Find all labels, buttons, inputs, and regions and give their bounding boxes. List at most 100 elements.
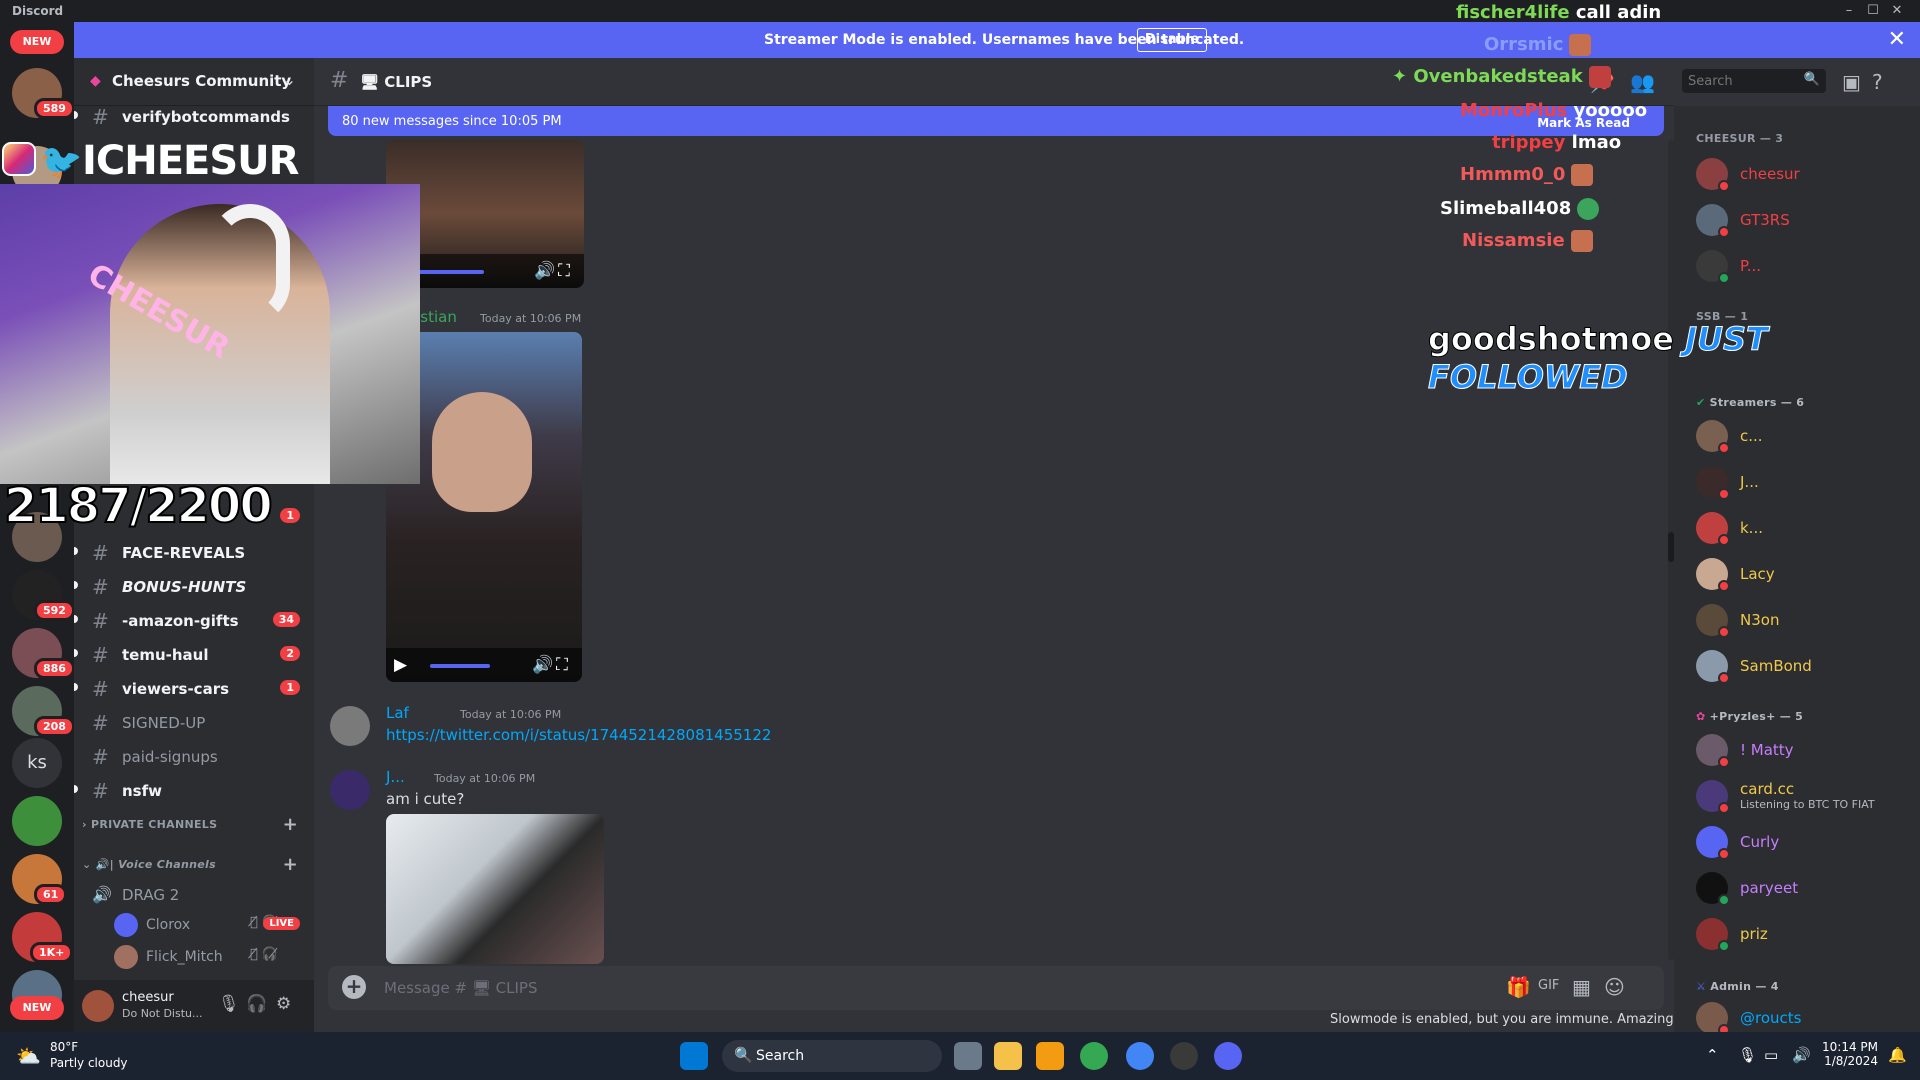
chevron-down-icon[interactable]: ⌄ (283, 70, 296, 89)
server-name: Cheesurs Community (112, 72, 292, 90)
unread-indicator (74, 785, 78, 793)
notification-bell-icon[interactable]: 🔔 (1888, 1046, 1907, 1064)
member-item[interactable]: N3on (1696, 600, 1916, 640)
gift-icon[interactable]: 🎁 (1506, 975, 1531, 999)
channel-signed-up[interactable]: # SIGNED-UP (82, 706, 306, 738)
member-item[interactable]: P... (1696, 246, 1916, 286)
category-voice-channels[interactable]: ⌄ 🔊| Voice Channels + (82, 854, 306, 878)
close-banner-icon[interactable]: ✕ (1888, 27, 1906, 52)
server-icon[interactable] (12, 796, 62, 846)
member-item[interactable]: SamBond (1696, 646, 1916, 686)
discord-icon[interactable] (1214, 1042, 1242, 1070)
network-icon[interactable]: ▭ (1764, 1046, 1778, 1064)
voice-user-clorox[interactable]: Clorox 🎙̸ 🎧̸ LIVE (114, 910, 304, 938)
avatar[interactable] (330, 770, 370, 810)
video-progress-bar[interactable] (430, 664, 490, 668)
server-icon[interactable]: 589 (12, 68, 75, 119)
play-icon[interactable]: ▶ (394, 655, 407, 675)
clock[interactable]: 10:14 PM 1/8/2024 (1822, 1040, 1878, 1068)
volume-icon[interactable]: 🔊 (534, 261, 555, 281)
fullscreen-icon[interactable]: ⛶ (558, 261, 570, 281)
add-attachment-button[interactable]: + (342, 975, 366, 999)
avatar[interactable] (82, 990, 114, 1022)
image-attachment[interactable] (386, 814, 604, 964)
channel-amazon-gifts[interactable]: # -amazon-gifts 34 (74, 604, 306, 636)
fullscreen-icon[interactable]: ⛶ (556, 655, 568, 675)
avatar (114, 945, 138, 969)
channel-temu-haul[interactable]: # temu-haul 2 (74, 638, 306, 670)
member-item[interactable]: ! Matty (1696, 730, 1916, 770)
volume-icon[interactable]: 🔊 (1792, 1046, 1811, 1064)
gear-icon[interactable]: ⚙ (276, 994, 291, 1014)
server-badge: 61 (34, 884, 68, 905)
server-icon-ks[interactable]: ks (12, 738, 62, 788)
member-item[interactable]: card.cc Listening to BTC TO FIAT (1696, 776, 1916, 816)
member-item[interactable]: Lacy (1696, 554, 1916, 594)
category-private-channels[interactable]: › PRIVATE CHANNELS + (82, 814, 306, 838)
server-header[interactable]: ◆ Cheesurs Community ⌄ (74, 58, 314, 106)
help-icon[interactable]: ? (1872, 70, 1883, 94)
add-channel-icon[interactable]: + (283, 814, 298, 835)
avatar (114, 913, 138, 937)
member-item[interactable]: Curly (1696, 822, 1916, 862)
member-item[interactable]: c... (1696, 416, 1916, 456)
file-explorer-icon[interactable] (994, 1042, 1022, 1070)
server-icon[interactable]: 208 (12, 686, 75, 737)
channel-bonus-hunts[interactable]: # BONUS-HUNTS (74, 570, 306, 602)
member-item[interactable]: @roucts (1696, 998, 1916, 1032)
taskbar-search[interactable]: 🔍 (722, 1040, 942, 1072)
taskbar-search-input[interactable] (756, 1040, 926, 1072)
member-item[interactable]: J... (1696, 462, 1916, 502)
member-item[interactable]: paryeet (1696, 868, 1916, 908)
message-author[interactable]: J... (386, 768, 405, 786)
member-item[interactable]: GT3RS (1696, 200, 1916, 240)
channel-nsfw[interactable]: # nsfw (74, 774, 306, 806)
server-icon[interactable]: 886 (12, 628, 75, 679)
add-channel-icon[interactable]: + (283, 854, 298, 875)
headphones-icon[interactable]: 🎧 (246, 994, 267, 1014)
channel-viewers-cars[interactable]: # viewers-cars 1 (74, 672, 306, 704)
hash-icon: # (92, 779, 109, 803)
message-input[interactable] (384, 966, 1484, 1010)
channel-label: verifybotcommands (122, 108, 290, 126)
sticker-icon[interactable]: ▦ (1572, 975, 1591, 999)
obs-icon[interactable] (1170, 1042, 1198, 1070)
message-author[interactable]: Laf (386, 704, 409, 722)
app-name: Discord (12, 4, 64, 18)
microphone-icon[interactable]: 🎙 (218, 994, 240, 1014)
channel-paid-signups[interactable]: # paid-signups (82, 740, 306, 772)
avatar[interactable] (330, 706, 370, 746)
app-icon[interactable] (1036, 1042, 1064, 1070)
channel-face-reveals[interactable]: # FACE-REVEALS 1 (74, 508, 306, 568)
member-item[interactable]: cheesur (1696, 154, 1916, 194)
channel-verifybotcommands[interactable]: # verifybotcommands (74, 100, 306, 132)
disable-streamer-mode-button[interactable]: Disable (1137, 28, 1207, 52)
chevron-up-icon[interactable]: ⌃ (1706, 1046, 1719, 1064)
gif-icon[interactable]: GIF (1538, 978, 1559, 993)
video-controls: ▶ 🔊 ⛶ (386, 648, 582, 682)
channel-label: temu-haul (122, 646, 209, 664)
server-icon[interactable]: 1K+ (12, 912, 74, 963)
volume-icon[interactable]: 🔊 (532, 655, 553, 675)
task-view-icon[interactable] (954, 1042, 982, 1070)
start-button[interactable] (680, 1042, 708, 1070)
overlay-chat-line: ✦ Ovenbakedsteak (1392, 66, 1611, 88)
search-box[interactable]: 🔍 (1682, 69, 1826, 93)
members-icon[interactable]: 👥 (1630, 70, 1655, 94)
member-item[interactable]: priz (1696, 914, 1916, 954)
member-activity: Listening to BTC TO FIAT (1740, 798, 1875, 811)
voice-user-flick-mitch[interactable]: Flick_Mitch 🎙̸ 🎧̸ (114, 942, 304, 970)
voice-channel-drag-2[interactable]: 🔊 DRAG 2 (82, 878, 306, 910)
chrome-profile-icon[interactable] (1126, 1042, 1154, 1070)
member-item[interactable]: k... (1696, 508, 1916, 548)
emoji-icon[interactable]: ☺ (1604, 975, 1625, 999)
close-window-button[interactable]: ✕ (1874, 0, 1920, 22)
inbox-icon[interactable]: ▣ (1842, 70, 1861, 94)
chrome-icon[interactable] (1080, 1042, 1108, 1070)
message-link[interactable]: https://twitter.com/i/status/17445214280… (386, 726, 771, 744)
server-icon[interactable]: 61 (12, 854, 68, 905)
new-unreads-pill-bottom[interactable]: NEW (10, 996, 64, 1020)
microphone-icon[interactable]: 🎙 (1738, 1046, 1757, 1064)
new-unreads-pill-top[interactable]: NEW (10, 30, 64, 54)
server-icon[interactable]: 592 (12, 570, 75, 621)
